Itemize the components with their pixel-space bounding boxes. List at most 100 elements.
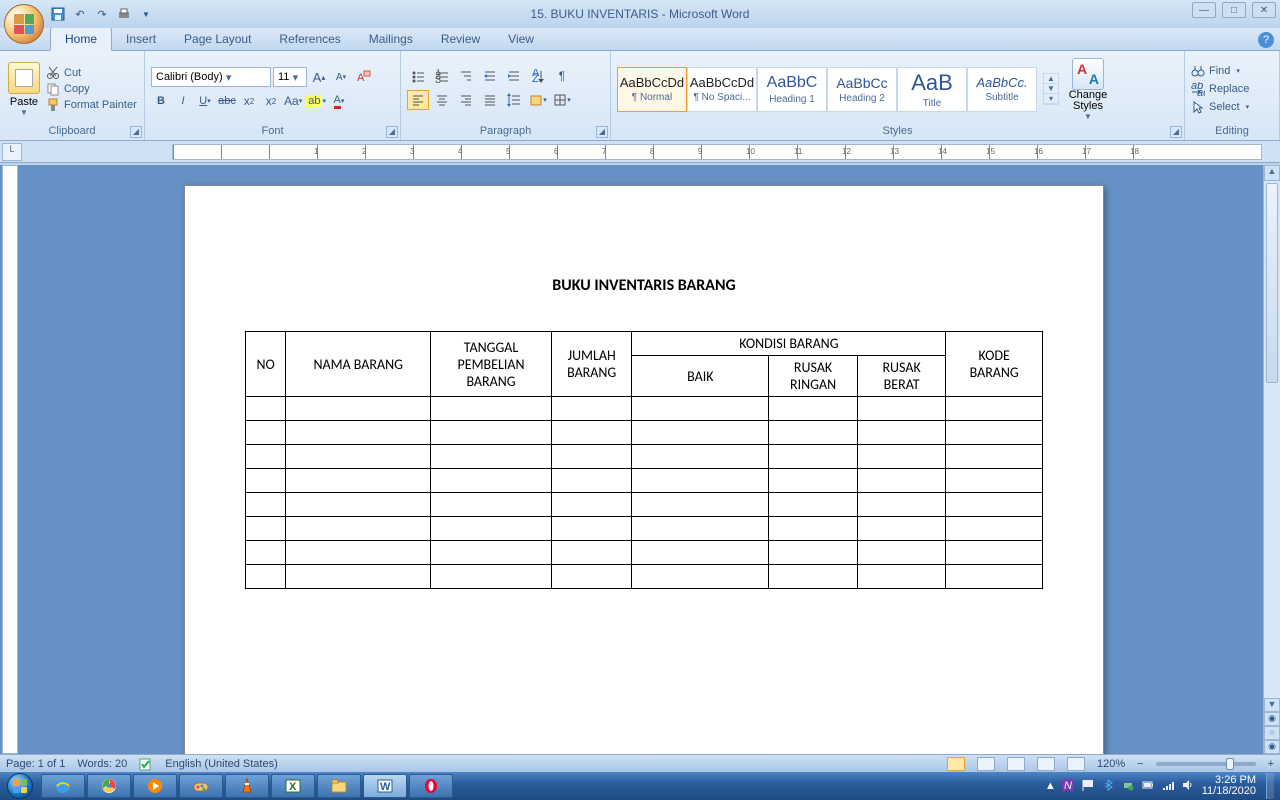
replace-button[interactable]: abacReplace [1191,80,1249,98]
table-row[interactable] [246,469,1043,493]
vertical-scrollbar[interactable]: ▲ ▼ ◉ ○ ◉ [1263,165,1280,754]
start-button[interactable] [0,772,40,800]
taskbar-wmp[interactable] [133,774,177,798]
tab-insert[interactable]: Insert [112,28,170,50]
tab-view[interactable]: View [494,28,548,50]
style-item-5[interactable]: AaBbCc.Subtitle [967,67,1037,112]
paste-button[interactable]: Paste ▼ [6,62,42,117]
table-row[interactable] [246,421,1043,445]
tray-bluetooth-icon[interactable] [1102,779,1116,793]
cut-button[interactable]: Cut [46,66,137,80]
tab-selector[interactable]: L [2,143,22,161]
tray-network-icon[interactable] [1162,779,1176,793]
inventory-table[interactable]: NO NAMA BARANG TANGGAL PEMBELIAN BARANG … [245,331,1043,589]
tab-page-layout[interactable]: Page Layout [170,28,265,50]
find-button[interactable]: Find▾ [1191,62,1249,80]
browse-object-button[interactable]: ○ [1264,726,1280,740]
zoom-out-button[interactable]: − [1137,758,1143,770]
full-screen-view-button[interactable] [977,757,995,771]
increase-indent-button[interactable] [503,66,525,86]
tray-flag-icon[interactable] [1082,779,1096,793]
styles-dialog-launcher[interactable]: ◢ [1170,126,1182,138]
table-row[interactable] [246,517,1043,541]
clear-formatting-button[interactable]: A [353,67,373,87]
select-button[interactable]: Select▾ [1191,98,1249,116]
font-size-combo[interactable]: 11▾ [273,67,307,87]
change-styles-button[interactable]: Change Styles ▼ [1065,58,1111,121]
prev-page-button[interactable]: ◉ [1264,712,1280,726]
change-case-button[interactable]: Aa▾ [283,91,303,111]
multilevel-list-button[interactable] [455,66,477,86]
scroll-up-button[interactable]: ▲ [1264,165,1280,181]
status-words[interactable]: Words: 20 [77,758,127,770]
tray-safely-remove-icon[interactable] [1122,779,1136,793]
table-row[interactable] [246,397,1043,421]
minimize-button[interactable]: — [1192,2,1216,18]
page[interactable]: BUKU INVENTARIS BARANG NO NAMA BARANG TA… [184,185,1104,754]
status-language[interactable]: English (United States) [165,758,278,770]
tray-onenote-icon[interactable]: N [1062,779,1076,793]
tray-clock[interactable]: 3:26 PM 11/18/2020 [1202,775,1256,797]
superscript-button[interactable]: x2 [261,91,281,111]
shrink-font-button[interactable]: A▾ [331,67,351,87]
taskbar-paint[interactable] [179,774,223,798]
zoom-slider[interactable] [1156,762,1256,766]
font-dialog-launcher[interactable]: ◢ [386,126,398,138]
scroll-thumb[interactable] [1266,183,1278,383]
zoom-level[interactable]: 120% [1097,758,1125,770]
taskbar-opera[interactable] [409,774,453,798]
align-right-button[interactable] [455,90,477,110]
qat-customize-icon[interactable]: ▼ [138,6,154,22]
taskbar-explorer[interactable] [317,774,361,798]
style-item-1[interactable]: AaBbCcDd¶ No Spaci... [687,67,757,112]
borders-button[interactable]: ▾ [551,90,573,110]
paragraph-dialog-launcher[interactable]: ◢ [596,126,608,138]
tray-volume-icon[interactable] [1182,779,1196,793]
styles-scroll[interactable]: ▲▼▾ [1043,73,1059,105]
next-page-button[interactable]: ◉ [1264,740,1280,754]
zoom-in-button[interactable]: + [1268,758,1274,770]
close-button[interactable]: ✕ [1252,2,1276,18]
qat-undo-icon[interactable]: ↶ [72,6,88,22]
clipboard-dialog-launcher[interactable]: ◢ [130,126,142,138]
table-row[interactable] [246,541,1043,565]
taskbar-chrome[interactable] [87,774,131,798]
print-layout-view-button[interactable] [947,757,965,771]
underline-button[interactable]: U▾ [195,91,215,111]
taskbar-ie[interactable] [41,774,85,798]
table-row[interactable] [246,445,1043,469]
font-color-button[interactable]: A▾ [329,91,349,111]
proofing-icon[interactable] [139,757,153,771]
sort-button[interactable]: AZ [527,66,549,86]
help-button[interactable]: ? [1258,32,1274,48]
tab-references[interactable]: References [265,28,354,50]
style-item-0[interactable]: AaBbCcDd¶ Normal [617,67,687,112]
taskbar-word[interactable]: W [363,774,407,798]
outline-view-button[interactable] [1037,757,1055,771]
qat-print-icon[interactable] [116,6,132,22]
styles-gallery[interactable]: AaBbCcDd¶ NormalAaBbCcDd¶ No Spaci... AaB… [617,67,1037,112]
line-spacing-button[interactable] [503,90,525,110]
maximize-button[interactable]: □ [1222,2,1246,18]
qat-redo-icon[interactable]: ↷ [94,6,110,22]
office-button[interactable] [4,4,44,44]
italic-button[interactable]: I [173,91,193,111]
align-left-button[interactable] [407,90,429,110]
subscript-button[interactable]: x2 [239,91,259,111]
tab-review[interactable]: Review [427,28,494,50]
tab-home[interactable]: Home [50,27,112,51]
bullets-button[interactable] [407,66,429,86]
copy-button[interactable]: Copy [46,82,137,96]
justify-button[interactable] [479,90,501,110]
qat-save-icon[interactable] [50,6,66,22]
highlight-button[interactable]: ab▾ [305,91,327,111]
horizontal-ruler[interactable]: 123456789101112131415161718 [172,144,1262,160]
draft-view-button[interactable] [1067,757,1085,771]
show-marks-button[interactable]: ¶ [551,66,573,86]
bold-button[interactable]: B [151,91,171,111]
scroll-down-button[interactable]: ▼ [1264,698,1280,712]
show-desktop-button[interactable] [1266,773,1274,799]
decrease-indent-button[interactable] [479,66,501,86]
table-row[interactable] [246,565,1043,589]
font-name-combo[interactable]: Calibri (Body)▾ [151,67,271,87]
